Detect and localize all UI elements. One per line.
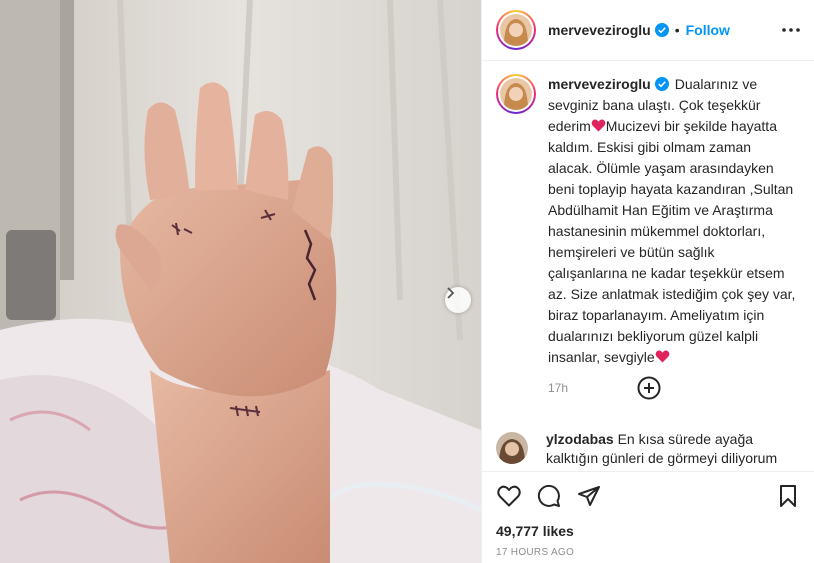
more-options-button[interactable]	[782, 28, 800, 32]
likes-count[interactable]: 49,777 likes	[496, 523, 801, 539]
separator-dot: •	[674, 22, 680, 38]
comment-text: ylzodabas En kısa sürede ayağa kalktığın…	[546, 430, 808, 468]
share-button[interactable]	[576, 483, 602, 509]
comment-username[interactable]: ylzodabas	[546, 431, 614, 447]
carousel-next-button[interactable]	[445, 287, 471, 313]
post-header: merveveziroglu • Follow	[482, 0, 814, 61]
caption: merveveziroglu Dualarınız ve sevginiz ban…	[496, 74, 801, 399]
follow-button[interactable]: Follow	[686, 22, 730, 38]
profile-picture-image	[500, 14, 532, 46]
more-options-icon	[782, 28, 800, 32]
red-heart-emoji-icon	[655, 350, 670, 363]
post-photo[interactable]	[0, 0, 481, 563]
paper-plane-icon	[578, 486, 600, 506]
heart-outline-icon	[497, 485, 521, 507]
avatar[interactable]	[496, 10, 536, 50]
caption-username[interactable]: merveveziroglu	[548, 76, 651, 92]
post-actions: 49,777 likes 17 HOURS AGO	[482, 471, 814, 563]
commenter-avatar[interactable]	[496, 432, 528, 464]
caption-body-continued: Mucizevi bir şekilde hayatta kaldım. Esk…	[548, 118, 796, 365]
post-date[interactable]: 17 HOURS AGO	[496, 547, 801, 558]
hand-photo-image	[0, 0, 481, 563]
caption-timestamp: 17h	[548, 381, 569, 395]
red-heart-emoji-icon	[591, 119, 606, 132]
chevron-right-icon	[447, 287, 455, 299]
verified-badge-icon	[654, 77, 669, 91]
verified-badge-icon	[654, 23, 669, 37]
save-button[interactable]	[775, 483, 801, 509]
comments-section[interactable]: merveveziroglu Dualarınız ve sevginiz ban…	[482, 62, 814, 471]
comment-button[interactable]	[536, 483, 562, 509]
header-username[interactable]: merveveziroglu	[548, 22, 651, 38]
caption-avatar[interactable]	[496, 74, 536, 114]
post-side-panel: merveveziroglu • Follow merveveziroglu D…	[481, 0, 814, 563]
comment-bubble-icon	[537, 484, 560, 507]
plus-circle-icon	[637, 376, 661, 400]
load-more-comments-button[interactable]	[637, 376, 661, 400]
profile-picture-image	[500, 78, 532, 110]
like-button[interactable]	[496, 483, 522, 509]
bookmark-icon	[780, 485, 796, 507]
caption-text: merveveziroglu Dualarınız ve sevginiz ban…	[548, 74, 796, 399]
comment-item: ylzodabas En kısa sürede ayağa kalktığın…	[496, 430, 808, 468]
